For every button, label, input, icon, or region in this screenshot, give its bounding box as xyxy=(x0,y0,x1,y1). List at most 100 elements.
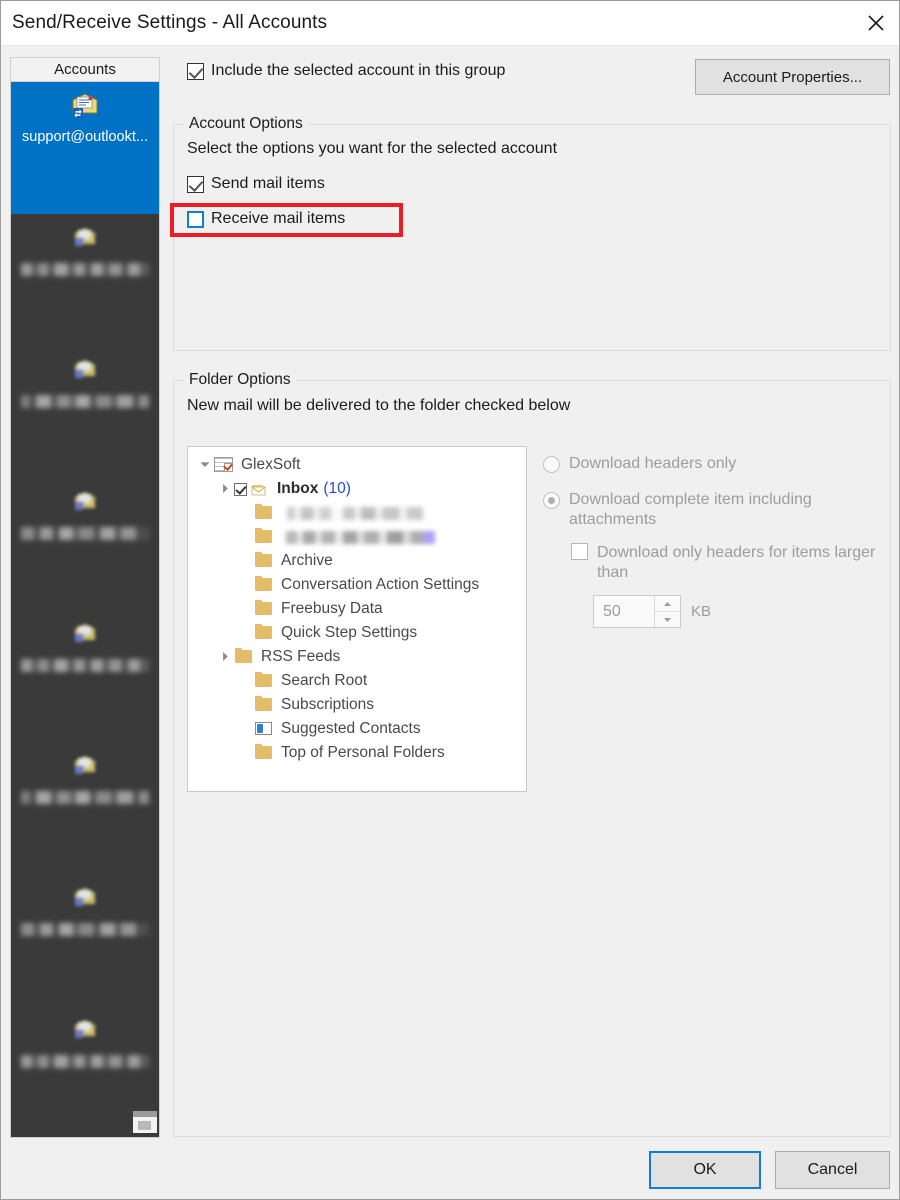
download-only-headers-larger-checkbox[interactable] xyxy=(571,543,588,560)
close-icon[interactable] xyxy=(853,1,899,45)
download-complete-item-label: Download complete item including attachm… xyxy=(569,491,812,528)
tree-row-label: Inbox xyxy=(277,480,319,497)
size-threshold-unit: KB xyxy=(691,603,712,620)
tree-row-label: Subscriptions xyxy=(281,696,375,713)
send-receive-account-icon xyxy=(69,883,101,913)
chevron-down-icon[interactable]: ⏷ xyxy=(196,457,214,473)
account-item-label-redacted xyxy=(21,395,149,408)
folder-icon xyxy=(254,552,274,569)
send-receive-account-icon xyxy=(69,1015,101,1045)
include-account-label: Include the selected account in this gro… xyxy=(211,62,506,79)
receive-mail-items-row[interactable]: Receive mail items xyxy=(187,210,345,228)
account-item[interactable] xyxy=(11,874,159,1006)
account-options-group: Account Options xyxy=(173,115,891,351)
send-mail-items-checkbox[interactable] xyxy=(187,175,204,193)
tree-row[interactable] xyxy=(188,501,526,525)
stepper-up-icon[interactable] xyxy=(655,596,680,611)
inbox-unread-count: (10) xyxy=(323,480,351,497)
cancel-button[interactable]: Cancel xyxy=(775,1151,890,1189)
tree-row-label: GlexSoft xyxy=(241,456,301,473)
tree-row-label: Freebusy Data xyxy=(281,600,383,617)
account-item-label-redacted xyxy=(21,791,149,804)
ok-button[interactable]: OK xyxy=(649,1151,761,1189)
account-properties-label: Account Properties... xyxy=(722,68,863,86)
download-headers-only-radio[interactable] xyxy=(543,456,560,473)
stepper-down-icon[interactable] xyxy=(655,611,680,627)
account-item[interactable] xyxy=(11,214,159,346)
include-account-checkbox-row[interactable]: Include the selected account in this gro… xyxy=(187,62,505,80)
tree-row-archive[interactable]: Archive xyxy=(188,549,526,573)
tree-row-label: Conversation Action Settings xyxy=(281,576,480,593)
tree-row-label: Top of Personal Folders xyxy=(281,744,445,761)
inbox-delivery-checkbox[interactable] xyxy=(234,482,247,496)
tree-row-rss-feeds[interactable]: ⏵ RSS Feeds xyxy=(188,645,526,669)
accounts-list-header: Accounts xyxy=(10,57,160,82)
send-mail-items-row[interactable]: Send mail items xyxy=(187,175,325,193)
tree-row-label-redacted xyxy=(283,506,429,520)
tree-row-label-redacted xyxy=(283,530,439,544)
account-item-label-redacted xyxy=(21,263,149,276)
send-receive-account-icon xyxy=(69,751,101,781)
download-complete-item-row[interactable]: Download complete item including attachm… xyxy=(543,490,873,529)
tree-row-quick-step-settings[interactable]: Quick Step Settings xyxy=(188,621,526,645)
folder-options-description: New mail will be delivered to the folder… xyxy=(187,397,571,414)
download-headers-only-row[interactable]: Download headers only xyxy=(543,454,873,474)
tree-row-label: Quick Step Settings xyxy=(281,624,418,641)
chevron-right-icon[interactable]: ⏵ xyxy=(216,481,234,497)
send-mail-items-label: Send mail items xyxy=(211,175,325,192)
tree-row-label: Archive xyxy=(281,552,333,569)
account-item[interactable] xyxy=(11,478,159,610)
window-title: Send/Receive Settings - All Accounts xyxy=(12,12,328,33)
title-bar: Send/Receive Settings - All Accounts xyxy=(1,1,899,46)
receive-mail-items-checkbox[interactable] xyxy=(187,210,204,228)
tree-row-inbox[interactable]: ⏵ Inbox (10) xyxy=(188,477,526,501)
tree-row-top-of-personal-folders[interactable]: Top of Personal Folders xyxy=(188,741,526,765)
cancel-button-label: Cancel xyxy=(807,1161,858,1178)
data-file-icon xyxy=(214,457,234,473)
account-item-label-redacted xyxy=(21,527,149,540)
accounts-list-scroll-indicator[interactable] xyxy=(133,1111,157,1133)
account-properties-button[interactable]: Account Properties... xyxy=(695,59,890,95)
tree-row-label: Suggested Contacts xyxy=(281,720,421,737)
tree-row-freebusy-data[interactable]: Freebusy Data xyxy=(188,597,526,621)
folder-icon xyxy=(254,600,274,617)
accounts-header-label: Accounts xyxy=(54,61,116,78)
download-only-headers-larger-label: Download only headers for items larger t… xyxy=(597,544,876,581)
folder-options-title: Folder Options xyxy=(184,371,296,389)
tree-row[interactable] xyxy=(188,525,526,549)
folder-tree[interactable]: ⏷ GlexSoft ⏵ Inbox (10) Archive Conversa… xyxy=(187,446,527,792)
send-receive-account-icon xyxy=(69,487,101,517)
tree-row-search-root[interactable]: Search Root xyxy=(188,669,526,693)
folder-icon xyxy=(254,528,274,545)
tree-row-conversation-action-settings[interactable]: Conversation Action Settings xyxy=(188,573,526,597)
tree-row-subscriptions[interactable]: Subscriptions xyxy=(188,693,526,717)
folder-icon xyxy=(254,744,274,761)
folder-icon xyxy=(254,672,274,689)
download-only-headers-larger-row[interactable]: Download only headers for items larger t… xyxy=(571,543,881,582)
account-item-selected[interactable]: support@outlookt... xyxy=(11,82,159,214)
account-item[interactable] xyxy=(11,346,159,478)
folder-icon xyxy=(254,624,274,641)
tree-row-root[interactable]: ⏷ GlexSoft xyxy=(188,453,526,477)
tree-row-label: RSS Feeds xyxy=(261,648,341,665)
tree-row-suggested-contacts[interactable]: Suggested Contacts xyxy=(188,717,526,741)
send-receive-account-icon xyxy=(69,91,101,121)
account-item[interactable] xyxy=(11,610,159,742)
folder-icon xyxy=(234,648,254,665)
accounts-list[interactable]: support@outlookt... xyxy=(10,82,160,1138)
ok-button-label: OK xyxy=(693,1161,717,1178)
account-item-label: support@outlookt... xyxy=(22,129,148,145)
download-complete-item-radio[interactable] xyxy=(543,492,560,509)
include-account-checkbox[interactable] xyxy=(187,62,204,80)
contacts-icon xyxy=(254,721,274,737)
account-item-label-redacted xyxy=(21,1055,149,1068)
account-item-label-redacted xyxy=(21,923,149,936)
receive-mail-items-label: Receive mail items xyxy=(211,210,346,227)
send-receive-settings-dialog: Send/Receive Settings - All Accounts Acc… xyxy=(0,0,900,1200)
send-receive-account-icon xyxy=(69,619,101,649)
size-threshold-value[interactable]: 50 xyxy=(594,596,654,627)
size-threshold-stepper[interactable]: 50 xyxy=(593,595,681,628)
account-item[interactable] xyxy=(11,742,159,874)
chevron-right-icon[interactable]: ⏵ xyxy=(216,649,234,665)
stepper-buttons[interactable] xyxy=(654,596,680,627)
